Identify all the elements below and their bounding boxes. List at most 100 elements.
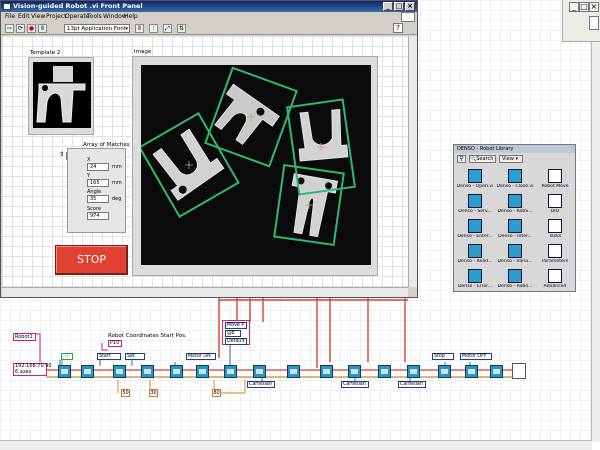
- menu-file[interactable]: File: [5, 13, 15, 20]
- at-label: @E: [227, 331, 235, 336]
- subvi-node[interactable]: [141, 365, 154, 378]
- pause-icon[interactable]: Ⅱ: [38, 24, 47, 33]
- palette-item[interactable]: Denso - RobS...: [496, 192, 534, 218]
- score-field[interactable]: 974: [87, 212, 109, 220]
- palette-item[interactable]: Denso - Inter...: [496, 217, 534, 243]
- subvi-node[interactable]: [196, 365, 209, 378]
- menu-project[interactable]: Project: [46, 13, 67, 20]
- subvi-node[interactable]: [378, 365, 391, 378]
- palette-item-label: Denso - Error...: [457, 284, 493, 289]
- palette-item[interactable]: Tasks: [536, 217, 574, 243]
- menu-tools[interactable]: Tools: [87, 13, 102, 20]
- template-display: [28, 57, 94, 135]
- help-icon[interactable]: ?: [393, 23, 403, 33]
- speed-constant-50[interactable]: 50: [121, 389, 130, 397]
- y-field[interactable]: 165: [87, 179, 109, 187]
- subvi-node[interactable]: [81, 365, 94, 378]
- matches-array: X 24 mm Y 165 mm Angle 35 deg Score 974: [67, 148, 126, 233]
- maximize-icon[interactable]: □: [394, 2, 404, 11]
- menu-help[interactable]: Help: [124, 13, 138, 20]
- cartesian-ring-3[interactable]: Cartesian: [398, 381, 426, 388]
- palette-item-label: Parameters: [541, 259, 569, 264]
- accel-constant-30[interactable]: 30: [149, 389, 158, 397]
- subvi-node[interactable]: [438, 365, 451, 378]
- move-p-label: Move P: [227, 323, 245, 328]
- subvi-node[interactable]: [113, 365, 126, 378]
- palette-item[interactable]: Denso - Serv...: [456, 192, 494, 218]
- subvi-node[interactable]: [407, 365, 420, 378]
- align-icon[interactable]: ⫴: [135, 24, 144, 33]
- stop-button[interactable]: STOP: [55, 245, 128, 275]
- palette-item[interactable]: Parameters: [536, 242, 574, 268]
- subvi-node[interactable]: [465, 365, 478, 378]
- stop-ring[interactable]: Stop: [432, 353, 454, 360]
- palette-item[interactable]: Denso - Close.vi: [496, 167, 534, 193]
- subvi-node[interactable]: [224, 365, 237, 378]
- subvi-node[interactable]: [320, 365, 333, 378]
- pin-icon[interactable]: ⚲: [457, 155, 466, 163]
- palette-item[interactable]: DIO: [536, 192, 574, 218]
- denso-close-node[interactable]: [490, 365, 503, 378]
- menu-edit[interactable]: Edit: [18, 13, 30, 20]
- palette-item[interactable]: Denso - Error...: [456, 267, 494, 293]
- angle-unit: deg: [112, 196, 122, 202]
- view-button[interactable]: View ▾: [499, 155, 523, 163]
- palette-item-label: Denso - Varia...: [497, 259, 533, 264]
- default-ring[interactable]: Default: [225, 338, 247, 345]
- motor-off-ring[interactable]: Motor OFF: [460, 353, 492, 360]
- minimize-icon[interactable]: _: [383, 2, 393, 11]
- start-ring[interactable]: Start: [97, 353, 121, 360]
- move-cluster[interactable]: Move P @E Default: [222, 320, 250, 345]
- palette-item[interactable]: Denso - Varia...: [496, 242, 534, 268]
- x-field[interactable]: 24: [87, 163, 109, 171]
- angle-field[interactable]: 35: [87, 195, 109, 203]
- run-continuously-icon[interactable]: ⟳: [16, 24, 25, 33]
- font-select[interactable]: 13pt Application Font ▾: [64, 24, 130, 33]
- index-stepper-icon[interactable]: ⇕: [59, 151, 65, 160]
- image-display: [132, 56, 378, 276]
- palette-item[interactable]: Denso - Read...: [456, 242, 494, 268]
- subvi-node[interactable]: [170, 365, 183, 378]
- palette-item-label: Denso - Serv...: [458, 209, 492, 214]
- abort-icon[interactable]: ●: [27, 24, 36, 33]
- palette-item[interactable]: Denso - Robo...: [496, 267, 534, 293]
- vi-icon: [468, 194, 482, 208]
- reorder-icon[interactable]: ⇅: [177, 24, 186, 33]
- cartesian-ring-2[interactable]: Cartesian: [341, 381, 369, 388]
- decel-constant-80[interactable]: 80: [212, 389, 221, 397]
- boolean-constant[interactable]: TF: [61, 353, 73, 360]
- font-select-value: 13pt Application Font: [67, 26, 126, 32]
- run-arrow-icon[interactable]: ⇨: [5, 24, 14, 33]
- subvi-node[interactable]: [253, 365, 266, 378]
- vi-icon: [468, 219, 482, 233]
- at-ring[interactable]: @E: [225, 330, 241, 337]
- palette-item[interactable]: Denso - Enter...: [456, 217, 494, 243]
- folder-icon: [548, 169, 562, 183]
- menu-view[interactable]: View: [31, 13, 45, 20]
- folder-icon: [548, 219, 562, 233]
- palette-item[interactable]: Robot Move: [536, 167, 574, 193]
- position-ring[interactable]: P10: [108, 340, 122, 347]
- motor-on-ring[interactable]: Motor ON: [186, 353, 216, 360]
- palette-item[interactable]: Advanced: [536, 267, 574, 293]
- close-icon[interactable]: ×: [405, 2, 415, 11]
- panel-horizontal-scrollbar[interactable]: [2, 287, 408, 297]
- palette-item[interactable]: Denso - Open.vi: [456, 167, 494, 193]
- distribute-icon[interactable]: ⫶: [149, 24, 158, 33]
- palette-toolbar: ⚲ 🔍Search View ▾: [454, 153, 575, 164]
- error-handler-icon[interactable]: [512, 363, 526, 379]
- search-button[interactable]: 🔍Search: [469, 155, 496, 163]
- move-p-ring[interactable]: Move P: [225, 322, 247, 329]
- robot-reference-label[interactable]: Robot1: [13, 333, 36, 341]
- denso-open-node[interactable]: [58, 365, 71, 378]
- set-ring[interactable]: Set: [125, 353, 145, 360]
- menu-bar: File Edit View Project Operate Tools Win…: [1, 12, 417, 22]
- subvi-node[interactable]: [287, 365, 300, 378]
- resize-icon[interactable]: ⤢: [163, 24, 172, 33]
- subvi-node[interactable]: [348, 365, 361, 378]
- connection-cluster[interactable]: 192.168.70.90 6 axes: [13, 363, 52, 376]
- panel-vertical-scrollbar[interactable]: [408, 36, 417, 287]
- vi-icon-thumbnail: [401, 12, 415, 22]
- cartesian-ring-1[interactable]: Cartesian: [247, 381, 275, 388]
- menu-operate[interactable]: Operate: [65, 13, 89, 20]
